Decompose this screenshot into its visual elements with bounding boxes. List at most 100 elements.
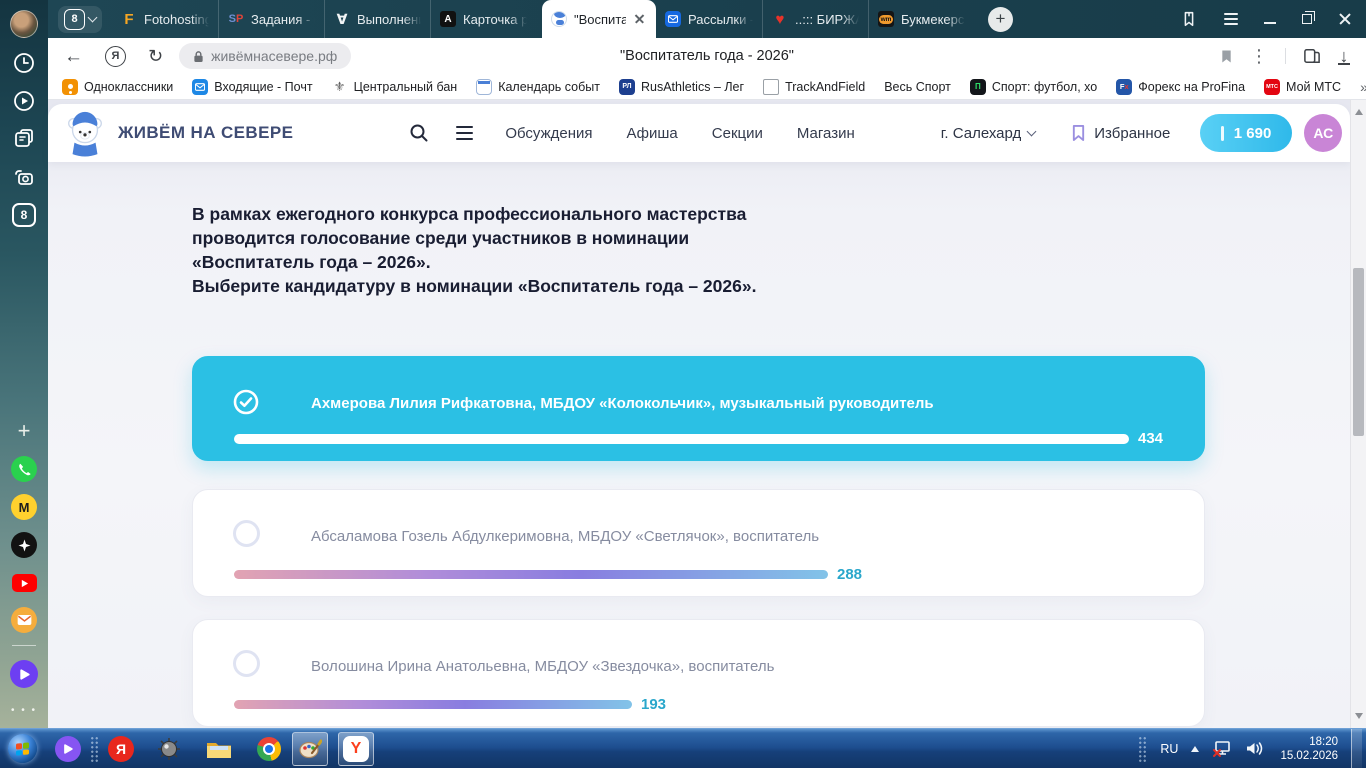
tab-label: Выполнение — [357, 11, 421, 27]
bookmark-forex[interactable]: Fx Форекс на ProFina — [1116, 78, 1245, 95]
chevron-down-icon — [87, 12, 98, 23]
back-button[interactable]: ← — [64, 47, 83, 66]
whatsapp-button[interactable] — [0, 454, 48, 484]
bookmark-rusathletics[interactable]: РЛ RusAthletics – Лег — [618, 78, 744, 95]
bookmark-mts[interactable]: МТС Мой МТС — [1264, 78, 1341, 95]
bookmarks-overflow-button[interactable]: » — [1360, 79, 1366, 95]
radio-icon[interactable] — [233, 520, 260, 547]
candidate-name: Волошина Ирина Анатольевна, МБДОУ «Звезд… — [311, 658, 775, 675]
tray-expand-icon[interactable] — [1191, 745, 1200, 752]
search-icon[interactable] — [409, 123, 429, 143]
tab-close-icon[interactable] — [633, 12, 647, 26]
youtube-icon — [11, 574, 37, 592]
favorites-bookmark-icon — [1073, 125, 1085, 141]
taskbar-alice[interactable] — [55, 735, 81, 762]
window-close-button[interactable] — [1338, 12, 1352, 26]
bookmark-page-icon[interactable] — [1220, 49, 1233, 64]
tab-vote-active[interactable]: "Воспита — [542, 0, 656, 38]
browser-menu-icon[interactable] — [1224, 13, 1238, 25]
vote-option-card[interactable]: Волошина Ирина Анатольевна, МБДОУ «Звезд… — [192, 619, 1205, 727]
taskbar-minesweeper[interactable] — [156, 736, 182, 762]
network-disconnected-icon[interactable] — [1212, 740, 1232, 758]
mts-icon: МТС — [1264, 78, 1281, 95]
page-scrollbar[interactable] — [1350, 100, 1366, 728]
youtube-button[interactable] — [0, 568, 48, 598]
nav-shop[interactable]: Магазин — [797, 125, 855, 142]
nav-discussions[interactable]: Обсуждения — [505, 125, 592, 142]
scrollbar-thumb[interactable] — [1353, 268, 1364, 436]
profile-avatar[interactable] — [0, 9, 48, 39]
tab-execution[interactable]: ∀ Выполнение — [324, 0, 430, 38]
downloads-button[interactable]: ↓ — [1338, 47, 1350, 65]
wm-favicon: wm — [878, 11, 894, 27]
tab-tasks[interactable]: SP Задания - о — [218, 0, 324, 38]
window-restore-button[interactable] — [1302, 11, 1315, 24]
language-indicator[interactable]: RU — [1160, 742, 1178, 756]
tab-mailings[interactable]: Рассылки - — [656, 0, 762, 38]
site-brand[interactable]: ЖИВЁМ НА СЕВЕРЕ — [118, 123, 293, 143]
bookmark-inbox[interactable]: Входящие - Почт — [192, 78, 313, 95]
window-minimize-button[interactable] — [1264, 22, 1276, 24]
alice-button[interactable] — [0, 658, 48, 690]
sparkle-service-button[interactable] — [0, 530, 48, 560]
new-tab-button[interactable]: + — [988, 6, 1013, 32]
vote-result: 193 — [234, 696, 1180, 713]
bookmark-central-bank[interactable]: ⚜ Центральный бан — [332, 79, 457, 95]
nav-afisha[interactable]: Афиша — [627, 125, 678, 142]
scroll-up-icon[interactable] — [1355, 109, 1363, 115]
tab-group-pill[interactable]: 8 — [58, 5, 102, 33]
address-bar[interactable]: живёмнасевере.рф — [179, 43, 352, 69]
alice-icon — [10, 660, 38, 688]
tray-clock[interactable]: 18:20 15.02.2026 — [1280, 735, 1338, 763]
favorites-link[interactable]: Избранное — [1071, 124, 1170, 142]
side-panel-bookmark-icon[interactable] — [1180, 10, 1198, 28]
bookmark-calendar[interactable]: Календарь событ — [476, 78, 600, 95]
tab-bookmaker[interactable]: wm Букмекерск — [868, 0, 974, 38]
sidebar-add-button[interactable]: + — [0, 416, 48, 446]
nav-sections[interactable]: Секции — [712, 125, 763, 142]
history-button[interactable] — [0, 48, 48, 78]
tab-birzha[interactable]: ♥ ..::: БИРЖА — [762, 0, 868, 38]
taskbar-yandex-browser-active[interactable]: Y — [338, 731, 374, 766]
scroll-down-icon[interactable] — [1355, 713, 1363, 719]
bookmark-trackandfield[interactable]: TrackAndField — [763, 78, 865, 95]
m-service-button[interactable]: M — [0, 492, 48, 522]
sp-favicon: SP — [228, 13, 244, 25]
bookmark-ves-sport[interactable]: Весь Спорт — [884, 80, 951, 94]
tab-label: "Воспита — [574, 11, 626, 27]
tab-count-badge: 8 — [12, 203, 36, 227]
yandex-home-button[interactable]: Я — [105, 45, 126, 67]
vote-option-card[interactable]: Абсаламова Гозель Абдулкеримовна, МБДОУ … — [192, 489, 1205, 597]
notes-button[interactable] — [0, 124, 48, 154]
vote-option-card[interactable]: Ахмерова Лилия Рифкатовна, МБДОУ «Колоко… — [192, 356, 1205, 461]
tab-card[interactable]: A Карточка ра — [430, 0, 536, 38]
sidebar-more-button[interactable]: • • • — [0, 700, 48, 720]
vote-result: 434 — [234, 430, 1180, 447]
show-desktop-button[interactable] — [1351, 728, 1362, 768]
tab-label: Букмекерск — [901, 11, 965, 27]
url-text: живёмнасевере.рф — [211, 48, 338, 64]
radio-icon[interactable] — [233, 650, 260, 677]
rusathletics-icon: РЛ — [618, 78, 635, 95]
tab-counter-button[interactable]: 8 — [0, 200, 48, 230]
taskbar-yandex[interactable]: Я — [108, 735, 134, 762]
more-vertical-icon[interactable]: ⋮ — [1250, 47, 1268, 65]
taskbar-explorer[interactable] — [206, 736, 232, 762]
city-selector[interactable]: г. Салехард — [941, 125, 1037, 142]
bookmark-odnoklassniki[interactable]: Одноклассники — [62, 78, 173, 95]
start-button[interactable] — [8, 734, 37, 763]
avatar[interactable]: АС — [1304, 114, 1343, 152]
points-badge[interactable]: 1 690 — [1200, 114, 1293, 152]
taskbar-chrome[interactable] — [256, 736, 282, 762]
tab-fotohosting[interactable]: F Fotohosting — [112, 0, 218, 38]
video-button[interactable] — [0, 86, 48, 116]
mail-button[interactable] — [0, 605, 48, 635]
collections-icon[interactable] — [1303, 48, 1321, 64]
bookmark-sport-football[interactable]: П Спорт: футбол, хо — [969, 78, 1097, 95]
screenshot-button[interactable] — [0, 162, 48, 192]
refresh-button[interactable]: ↻ — [148, 47, 163, 65]
chevron-down-icon — [1026, 126, 1037, 136]
taskbar-paint-active[interactable] — [292, 731, 328, 766]
volume-icon[interactable] — [1245, 740, 1264, 757]
site-menu-icon[interactable] — [456, 125, 474, 141]
